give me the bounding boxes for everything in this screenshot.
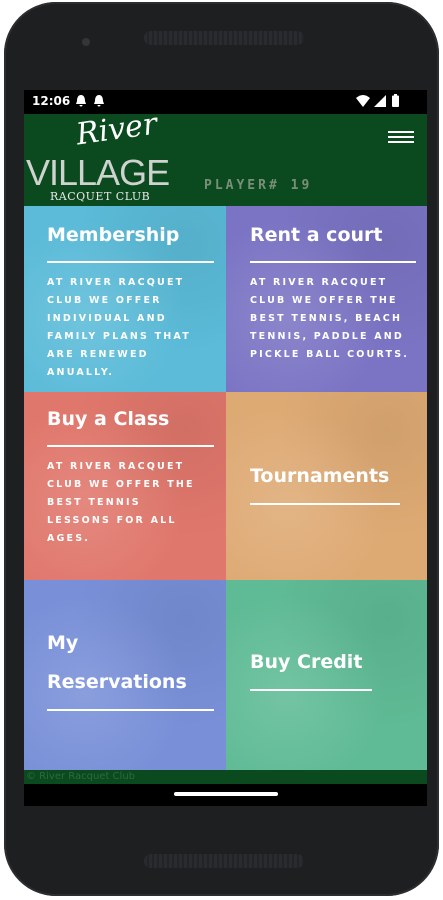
tile-rent-a-court[interactable]: Rent a court AT RIVER RACQUET CLUB WE OF… (226, 206, 427, 392)
club-logo[interactable]: River VILLAGE RACQUET CLUB (24, 107, 194, 206)
title-underline (250, 503, 400, 505)
earpiece-speaker (144, 31, 304, 45)
tile-title: Buy Credit (250, 651, 363, 673)
phone-frame: 12:06 River VILLAGE RACQUET CLUB PLAYER#… (4, 2, 439, 896)
tile-title-line2: Reservations (47, 671, 187, 693)
cell-signal-icon (374, 95, 386, 107)
title-underline (47, 709, 214, 711)
front-camera (82, 38, 90, 46)
tile-tournaments[interactable]: Tournaments (226, 392, 427, 580)
menu-grid: Membership AT RIVER RACQUET CLUB WE OFFE… (24, 206, 427, 770)
screen: 12:06 River VILLAGE RACQUET CLUB PLAYER#… (24, 90, 427, 806)
wifi-icon (356, 95, 370, 107)
status-time: 12:06 (32, 94, 71, 108)
tile-my-reservations[interactable]: My Reservations (24, 580, 226, 770)
notification-icon (94, 95, 104, 107)
logo-village-text: VILLAGE (26, 152, 170, 193)
home-gesture-handle[interactable] (174, 792, 278, 796)
title-underline (250, 689, 372, 691)
tile-description: AT RIVER RACQUET CLUB WE OFFER THE BEST … (250, 277, 410, 360)
logo-river-text: River (73, 106, 160, 153)
logo-subtitle: RACQUET CLUB (50, 190, 151, 203)
tile-buy-a-class[interactable]: Buy a Class AT RIVER RACQUET CLUB WE OFF… (24, 392, 226, 580)
app-header: River VILLAGE RACQUET CLUB PLAYER# 19 (24, 107, 427, 206)
tile-title-line1: My (47, 632, 79, 654)
hamburger-menu-icon[interactable] (388, 128, 414, 148)
title-underline (47, 261, 214, 263)
tile-title: Buy a Class (47, 408, 170, 430)
tile-description: AT RIVER RACQUET CLUB WE OFFER THE BEST … (47, 461, 195, 544)
status-bar: 12:06 (24, 90, 427, 114)
footer-copyright: © River Racquet Club (24, 770, 427, 784)
tile-title: Tournaments (250, 465, 390, 487)
tile-membership[interactable]: Membership AT RIVER RACQUET CLUB WE OFFE… (24, 206, 226, 392)
tile-buy-credit[interactable]: Buy Credit (226, 580, 427, 770)
player-number: PLAYER# 19 (204, 178, 313, 193)
gesture-nav-bar (24, 784, 427, 806)
notification-icon (76, 95, 86, 107)
title-underline (47, 445, 214, 447)
bottom-speaker (144, 854, 304, 868)
tile-title: Rent a court (250, 224, 383, 246)
battery-icon (392, 94, 399, 107)
tile-description: AT RIVER RACQUET CLUB WE OFFER INDIVIDUA… (47, 277, 191, 378)
tile-title: Membership (47, 224, 180, 246)
title-underline (250, 261, 416, 263)
